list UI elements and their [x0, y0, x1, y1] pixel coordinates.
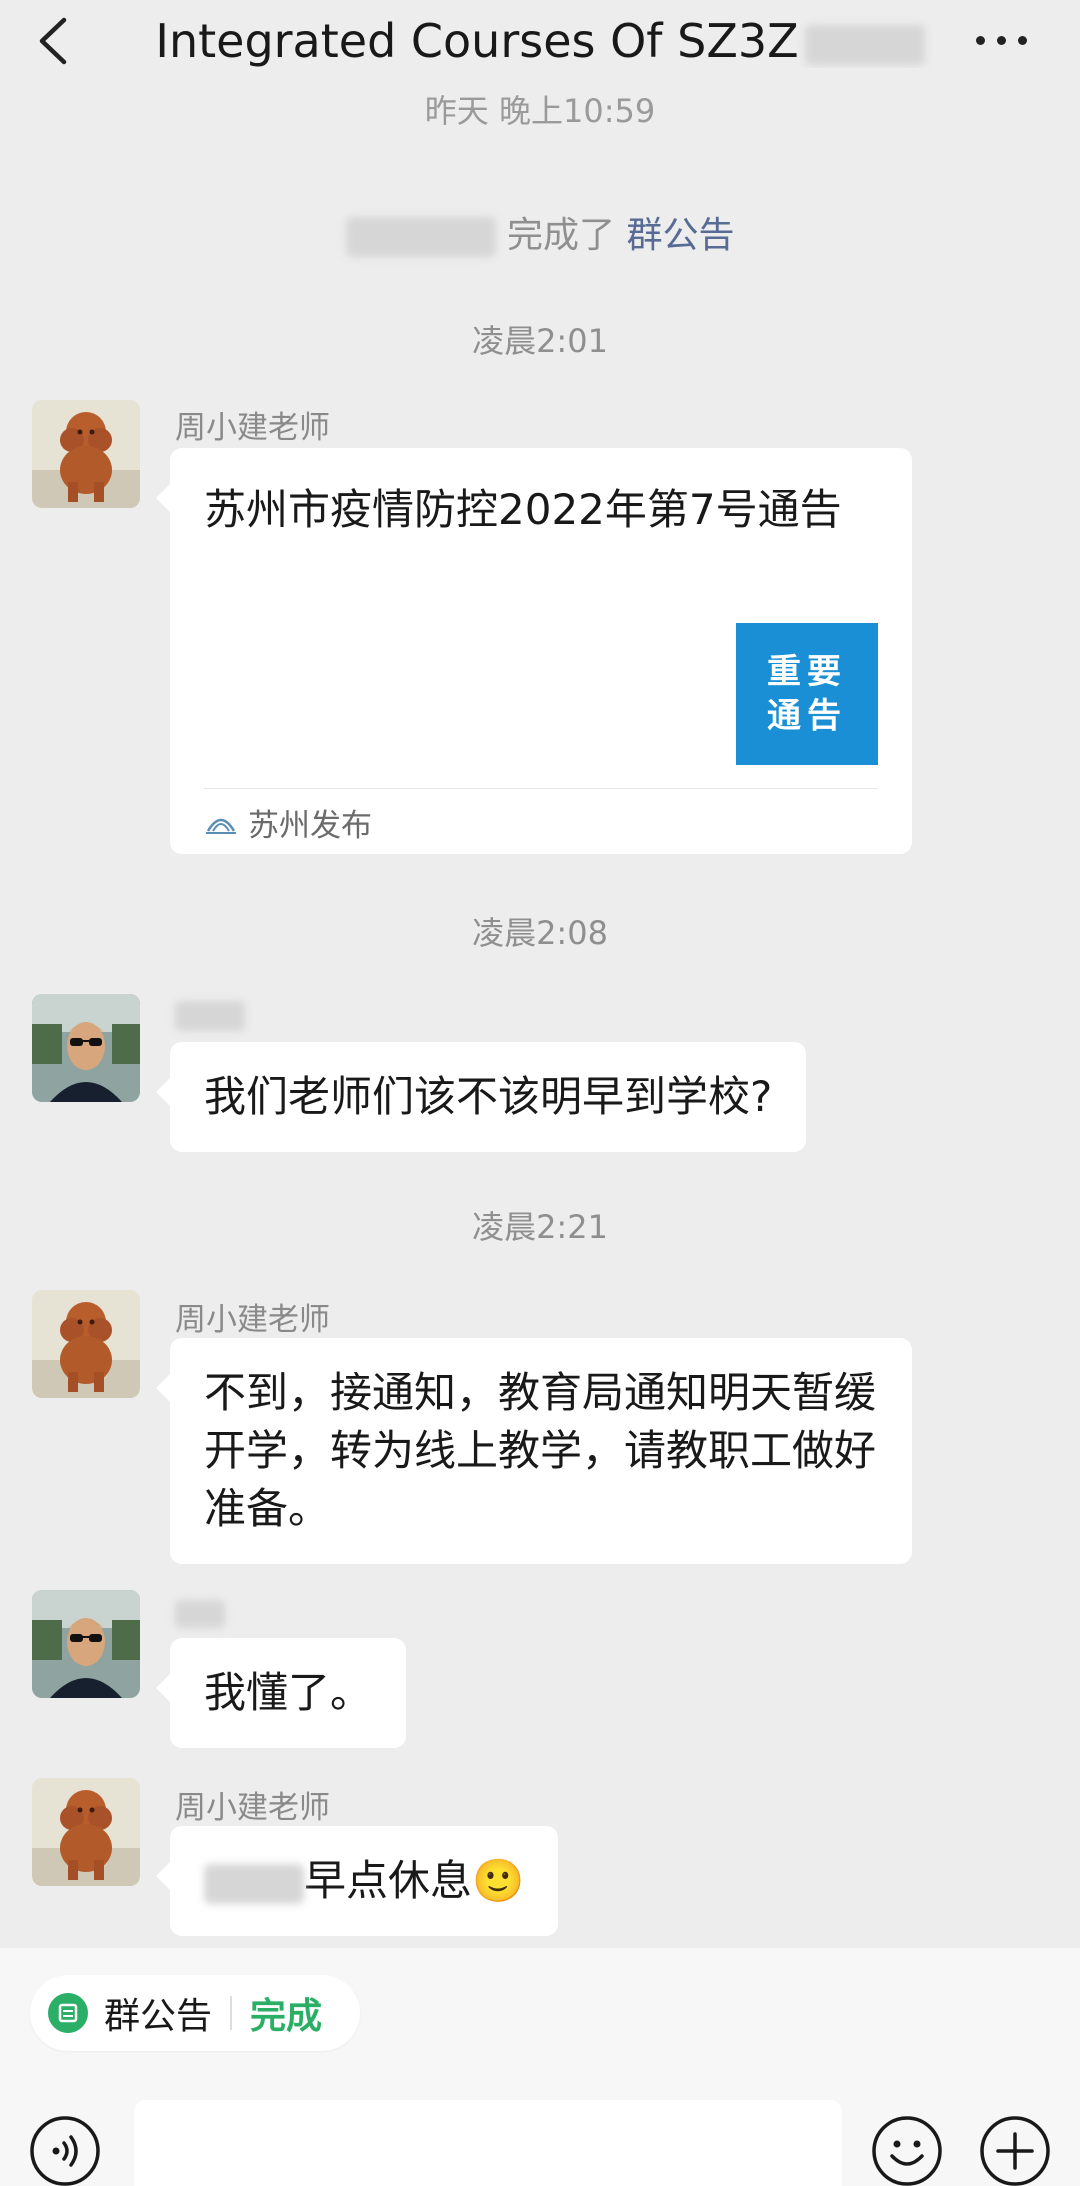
chat-header: Integrated Courses Of SZ3Z [0, 0, 1080, 96]
chevron-left-icon[interactable] [34, 14, 74, 68]
source-name: 苏州发布 [248, 807, 372, 844]
timestamp: 昨天 晚上10:59 [424, 92, 656, 130]
thumbnail-text: 重要通告 [767, 652, 847, 736]
article-source[interactable]: 苏州发布 [204, 800, 372, 844]
sender-name: 周小建老师 [175, 410, 330, 446]
emoji-icon[interactable] [870, 2114, 944, 2186]
system-text: 完成了 [506, 215, 615, 256]
message-text: 早点休息🙂 [304, 1856, 525, 1905]
avatar-poodle[interactable] [32, 400, 140, 508]
article-card[interactable]: 苏州市疫情防控2022年第7号通告 重要通告 苏州发布 [156, 448, 912, 854]
timestamp: 凌晨2:01 [472, 322, 608, 360]
sender-name-blurred [175, 996, 245, 1032]
system-message: 完成了 群公告 [0, 206, 1080, 258]
voice-icon[interactable] [28, 2114, 102, 2186]
announcement-icon [48, 1993, 88, 2033]
sender-name: 周小建老师 [175, 1790, 330, 1826]
sender-name-blurred [175, 1594, 225, 1630]
message-input[interactable] [134, 2100, 842, 2186]
done-button[interactable]: 完成 [250, 1987, 322, 2039]
article-title: 苏州市疫情防控2022年第7号通告 [204, 485, 842, 534]
timestamp: 凌晨2:21 [472, 1208, 608, 1246]
announcement-label: 群公告 [104, 1996, 213, 2037]
card-divider [204, 788, 878, 789]
message-bubble[interactable]: 我懂了。 [155, 1638, 407, 1748]
sender-name: 周小建老师 [175, 1302, 330, 1338]
chat-title: Integrated Courses Of SZ3Z [120, 14, 960, 68]
more-dots-icon[interactable] [972, 20, 1032, 60]
source-logo-icon [206, 818, 236, 834]
announcement-link[interactable]: 群公告 [626, 215, 734, 256]
avatar-man-sunglasses[interactable] [32, 994, 140, 1102]
timestamp: 凌晨2:08 [472, 914, 608, 952]
announcement-pill[interactable]: 群公告 完成 [30, 1975, 360, 2051]
article-thumbnail: 重要通告 [736, 623, 878, 765]
message-bubble[interactable]: 不到，接通知，教育局通知明天暂缓开学，转为线上教学，请教职工做好准备。 [156, 1338, 912, 1564]
avatar-poodle[interactable] [32, 1778, 140, 1886]
avatar-man-sunglasses[interactable] [32, 1590, 140, 1698]
avatar-poodle[interactable] [32, 1290, 140, 1398]
message-bubble[interactable]: 早点休息🙂 [155, 1826, 559, 1936]
plus-icon[interactable] [978, 2114, 1052, 2186]
separator [230, 1996, 233, 2030]
message-bubble[interactable]: 我们老师们该不该明早到学校? [155, 1042, 807, 1152]
